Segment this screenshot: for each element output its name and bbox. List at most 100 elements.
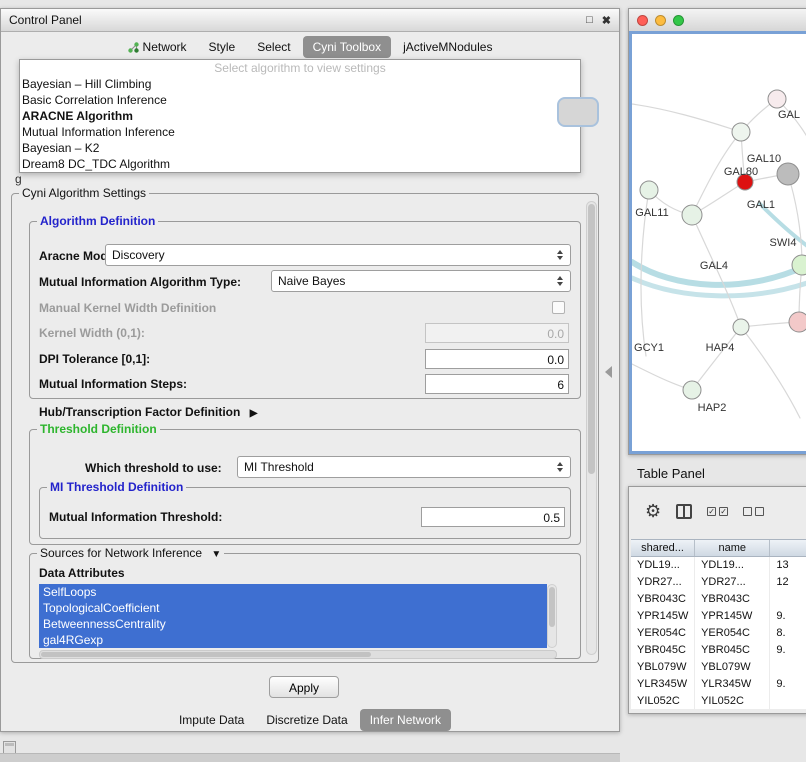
attributes-hscrollbar-thumb[interactable] bbox=[41, 652, 371, 657]
network-window-titlebar[interactable] bbox=[629, 9, 806, 32]
tab-jactivemnodules[interactable]: jActiveMNodules bbox=[393, 36, 502, 58]
tab-infer-network[interactable]: Infer Network bbox=[360, 709, 451, 731]
tab-cyni-toolbox[interactable]: Cyni Toolbox bbox=[303, 36, 391, 58]
table-cell[interactable]: YBR043C bbox=[695, 591, 770, 608]
table-cell[interactable]: YER054C bbox=[631, 625, 695, 642]
table-cell[interactable]: 9. bbox=[770, 642, 806, 659]
attribute-item-topologicalcoefficient[interactable]: TopologicalCoefficient bbox=[39, 600, 547, 616]
table-row[interactable]: YBL079WYBL079W bbox=[631, 659, 806, 676]
network-canvas[interactable]: GALGAL80GAL10GAL11GAL1SWI4GAL4GCY1HAP4HA… bbox=[632, 34, 806, 454]
table-cell[interactable]: YBR043C bbox=[631, 591, 695, 608]
algorithm-option-aracne-algorithm[interactable]: ARACNE Algorithm bbox=[20, 108, 580, 124]
attribute-item-gal4rgexp[interactable]: gal4RGexp bbox=[39, 632, 547, 648]
network-node[interactable] bbox=[732, 123, 750, 141]
table-gear-icon[interactable]: ⚙ bbox=[645, 502, 661, 520]
column-header-col2[interactable] bbox=[770, 540, 806, 556]
table-cell[interactable]: 8. bbox=[770, 625, 806, 642]
hub-definition-toggle[interactable]: Hub/Transcription Factor Definition ▶ bbox=[39, 405, 257, 419]
table-row[interactable]: YER054CYER054C8. bbox=[631, 625, 806, 642]
table-cell[interactable]: YIL052C bbox=[631, 693, 695, 709]
column-selector-icon[interactable] bbox=[676, 504, 692, 519]
table-cell[interactable]: YBR045C bbox=[695, 642, 770, 659]
focused-button-fragment[interactable] bbox=[557, 97, 599, 127]
bottom-scrollbar[interactable] bbox=[0, 753, 620, 762]
zoom-window-button[interactable] bbox=[673, 15, 684, 26]
table-cell[interactable]: YBL079W bbox=[695, 659, 770, 676]
tab-network[interactable]: Network bbox=[118, 36, 197, 58]
table-cell[interactable]: YPR145W bbox=[695, 608, 770, 625]
table-cell[interactable]: 9. bbox=[770, 608, 806, 625]
sources-toggle[interactable]: Sources for Network Inference ▼ bbox=[37, 546, 224, 560]
table-row[interactable]: YLR345WYLR345W9. bbox=[631, 676, 806, 693]
table-cell[interactable]: YBL079W bbox=[631, 659, 695, 676]
table-cell[interactable] bbox=[770, 659, 806, 676]
table-cell[interactable] bbox=[770, 693, 806, 709]
aracne-mode-select[interactable]: Discovery bbox=[105, 244, 571, 266]
close-window-button[interactable] bbox=[637, 15, 648, 26]
network-node[interactable] bbox=[682, 205, 702, 225]
algorithm-placeholder[interactable]: Select algorithm to view settings bbox=[20, 60, 580, 76]
algorithm-option-bayesian-k2[interactable]: Bayesian – K2 bbox=[20, 140, 580, 156]
show-checked-columns-icon[interactable]: ✓✓ bbox=[707, 507, 728, 516]
table-row[interactable]: YBR045CYBR045C9. bbox=[631, 642, 806, 659]
apply-button[interactable]: Apply bbox=[269, 676, 339, 698]
attributes-scrollbar[interactable] bbox=[547, 584, 557, 648]
panel-divider-handle[interactable] bbox=[605, 366, 612, 378]
tab-discretize-data[interactable]: Discretize Data bbox=[256, 709, 357, 731]
which-threshold-select[interactable]: MI Threshold bbox=[237, 456, 571, 478]
table-cell[interactable]: 13 bbox=[770, 557, 806, 574]
network-node[interactable] bbox=[768, 90, 786, 108]
table-row[interactable]: YBR043CYBR043C bbox=[631, 591, 806, 608]
hide-columns-icon[interactable] bbox=[743, 507, 764, 516]
mi-steps-field[interactable]: 6 bbox=[425, 374, 569, 394]
attributes-scrollbar-thumb[interactable] bbox=[549, 587, 555, 627]
table-cell[interactable]: YDL19... bbox=[695, 557, 770, 574]
table-row[interactable]: YDL19...YDL19...13 bbox=[631, 557, 806, 574]
table-cell[interactable]: YLR345W bbox=[631, 676, 695, 693]
table-row[interactable]: YDR27...YDR27...12 bbox=[631, 574, 806, 591]
algorithm-option-mutual-information-inference[interactable]: Mutual Information Inference bbox=[20, 124, 580, 140]
network-node[interactable] bbox=[789, 312, 806, 332]
manual-kernel-checkbox[interactable] bbox=[552, 301, 565, 314]
algorithm-option-dream8-dc-tdc-algorithm[interactable]: Dream8 DC_TDC Algorithm bbox=[20, 156, 580, 172]
table-cell[interactable] bbox=[770, 591, 806, 608]
network-node[interactable] bbox=[733, 319, 749, 335]
settings-scrollbar-thumb[interactable] bbox=[588, 204, 595, 474]
table-cell[interactable]: YBR045C bbox=[631, 642, 695, 659]
control-panel-titlebar[interactable]: Control Panel □ ✖ bbox=[1, 9, 619, 32]
tab-impute-data[interactable]: Impute Data bbox=[169, 709, 254, 731]
network-node[interactable] bbox=[640, 181, 658, 199]
mi-threshold-field[interactable]: 0.5 bbox=[421, 507, 565, 527]
close-icon[interactable]: ✖ bbox=[602, 14, 611, 27]
table-cell[interactable]: YLR345W bbox=[695, 676, 770, 693]
table-row[interactable]: YIL052CYIL052C bbox=[631, 693, 806, 709]
table-cell[interactable]: YIL052C bbox=[695, 693, 770, 709]
network-node[interactable] bbox=[683, 381, 701, 399]
table-cell[interactable]: 9. bbox=[770, 676, 806, 693]
attribute-item-betweennesscentrality[interactable]: BetweennessCentrality bbox=[39, 616, 547, 632]
float-window-icon[interactable]: □ bbox=[586, 14, 593, 26]
network-view[interactable]: GALGAL80GAL10GAL11GAL1SWI4GAL4GCY1HAP4HA… bbox=[629, 31, 806, 454]
column-header-name[interactable]: name bbox=[695, 540, 770, 556]
minimize-window-button[interactable] bbox=[655, 15, 666, 26]
dpi-tolerance-field[interactable]: 0.0 bbox=[425, 349, 569, 369]
table-cell[interactable]: 12 bbox=[770, 574, 806, 591]
combo-arrows-icon bbox=[553, 276, 567, 286]
column-header-shared[interactable]: shared... bbox=[631, 540, 695, 556]
table-cell[interactable]: YER054C bbox=[695, 625, 770, 642]
attribute-item-selfloops[interactable]: SelfLoops bbox=[39, 584, 547, 600]
table-cell[interactable]: YDR27... bbox=[695, 574, 770, 591]
kernel-width-field[interactable]: 0.0 bbox=[425, 323, 569, 343]
mi-type-select[interactable]: Naive Bayes bbox=[271, 270, 571, 292]
attributes-hscrollbar[interactable] bbox=[39, 650, 557, 659]
tab-select[interactable]: Select bbox=[247, 36, 300, 58]
algorithm-option-basic-correlation-inference[interactable]: Basic Correlation Inference bbox=[20, 92, 580, 108]
network-node[interactable] bbox=[777, 163, 799, 185]
table-cell[interactable]: YDL19... bbox=[631, 557, 695, 574]
algorithm-option-bayesian-hill-climbing[interactable]: Bayesian – Hill Climbing bbox=[20, 76, 580, 92]
table-cell[interactable]: YPR145W bbox=[631, 608, 695, 625]
settings-scrollbar[interactable] bbox=[586, 201, 597, 655]
table-row[interactable]: YPR145WYPR145W9. bbox=[631, 608, 806, 625]
table-cell[interactable]: YDR27... bbox=[631, 574, 695, 591]
tab-style[interactable]: Style bbox=[199, 36, 246, 58]
